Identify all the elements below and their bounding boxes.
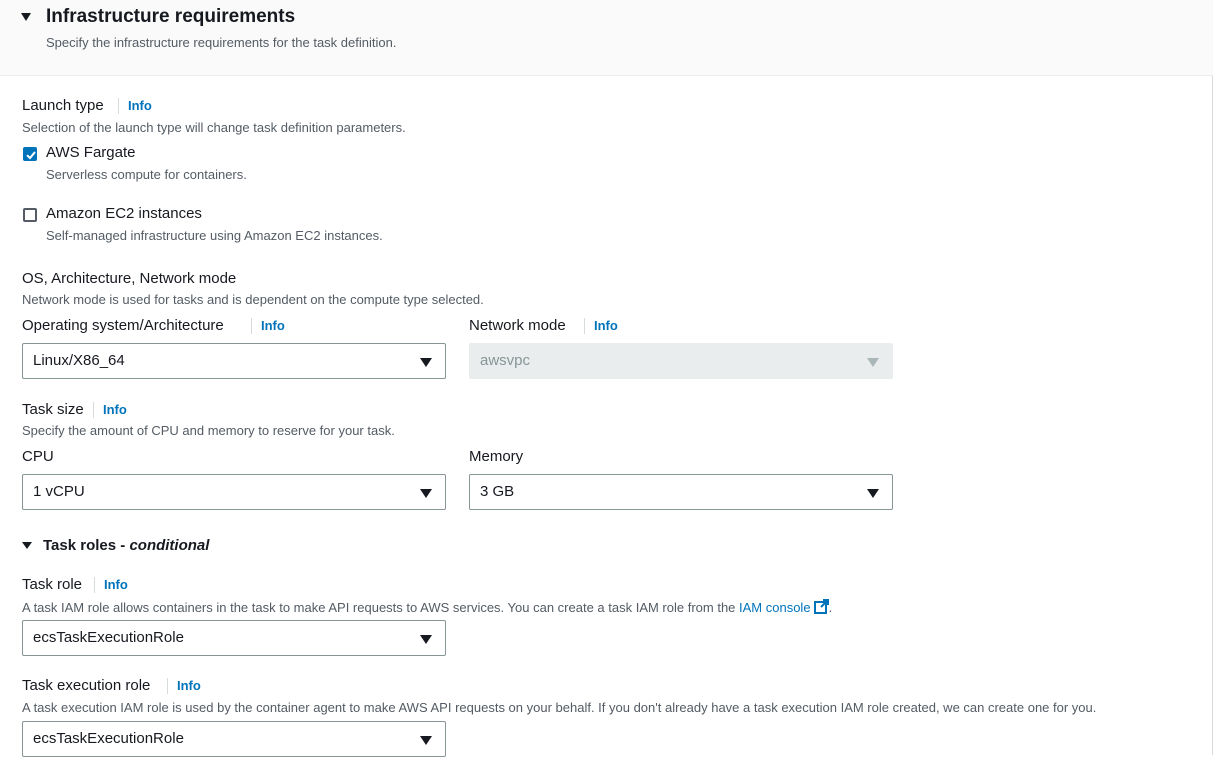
iam-console-link[interactable]: IAM console xyxy=(739,600,811,615)
cpu-select[interactable]: 1 vCPU xyxy=(22,474,446,510)
cpu-value: 1 vCPU xyxy=(33,483,85,500)
task-size-info-link[interactable]: Info xyxy=(103,402,127,417)
task-role-description-text: A task IAM role allows containers in the… xyxy=(22,600,740,615)
divider xyxy=(584,318,585,334)
os-arch-select[interactable]: Linux/X86_64 xyxy=(22,343,446,379)
divider xyxy=(118,98,119,114)
divider xyxy=(251,318,252,334)
checkmark-icon xyxy=(26,151,36,160)
task-roles-title-emphasis: conditional xyxy=(129,537,210,554)
execution-role-info-link[interactable]: Info xyxy=(177,678,201,693)
task-role-label: Task role xyxy=(22,576,83,593)
section-header[interactable]: Infrastructure requirements Specify the … xyxy=(0,0,1213,76)
launch-type-label: Launch type xyxy=(22,97,104,114)
section-title: Infrastructure requirements xyxy=(46,6,296,27)
execution-role-label: Task execution role xyxy=(22,677,151,694)
task-size-description: Specify the amount of CPU and memory to … xyxy=(22,423,395,438)
aws-fargate-description: Serverless compute for containers. xyxy=(46,167,247,182)
amazon-ec2-label[interactable]: Amazon EC2 instances xyxy=(46,205,202,222)
os-arch-info-link[interactable]: Info xyxy=(261,318,285,333)
memory-select[interactable]: 3 GB xyxy=(469,474,893,510)
collapse-caret-icon[interactable] xyxy=(21,13,31,21)
task-role-info-link[interactable]: Info xyxy=(104,577,128,592)
network-mode-label: Network mode xyxy=(469,317,566,334)
task-role-description: A task IAM role allows containers in the… xyxy=(22,599,832,615)
network-mode-value: awsvpc xyxy=(480,352,531,369)
dropdown-arrow-icon xyxy=(420,736,432,745)
task-roles-caret-icon[interactable] xyxy=(22,542,32,549)
dropdown-arrow-icon xyxy=(867,358,879,367)
aws-fargate-label[interactable]: AWS Fargate xyxy=(46,144,135,161)
task-roles-title[interactable]: Task roles - conditional xyxy=(43,537,209,554)
divider xyxy=(167,678,168,694)
launch-type-description: Selection of the launch type will change… xyxy=(22,120,406,135)
amazon-ec2-description: Self-managed infrastructure using Amazon… xyxy=(46,228,383,243)
external-link-icon[interactable] xyxy=(811,599,829,614)
cpu-label: CPU xyxy=(22,448,54,465)
memory-value: 3 GB xyxy=(480,483,515,500)
aws-fargate-checkbox[interactable] xyxy=(23,147,37,161)
divider xyxy=(93,402,94,418)
os-network-description: Network mode is used for tasks and is de… xyxy=(22,292,484,307)
os-arch-label: Operating system/Architecture xyxy=(22,317,224,334)
dropdown-arrow-icon xyxy=(420,489,432,498)
network-mode-select: awsvpc xyxy=(469,343,893,379)
task-roles-title-text: Task roles - xyxy=(43,537,130,554)
memory-label: Memory xyxy=(469,448,524,465)
os-arch-value: Linux/X86_64 xyxy=(33,352,125,369)
amazon-ec2-checkbox[interactable] xyxy=(23,208,37,222)
dropdown-arrow-icon xyxy=(420,358,432,367)
task-size-label: Task size xyxy=(22,401,84,418)
network-mode-info-link[interactable]: Info xyxy=(594,318,618,333)
execution-role-select[interactable]: ecsTaskExecutionRole xyxy=(22,721,446,757)
execution-role-value: ecsTaskExecutionRole xyxy=(33,730,184,747)
execution-role-description: A task execution IAM role is used by the… xyxy=(22,700,1097,715)
section-description: Specify the infrastructure requirements … xyxy=(46,35,397,50)
divider xyxy=(94,577,95,593)
os-network-label: OS, Architecture, Network mode xyxy=(22,270,237,287)
dropdown-arrow-icon xyxy=(420,635,432,644)
dropdown-arrow-icon xyxy=(867,489,879,498)
launch-type-info-link[interactable]: Info xyxy=(128,98,152,113)
task-role-select[interactable]: ecsTaskExecutionRole xyxy=(22,620,446,656)
task-role-value: ecsTaskExecutionRole xyxy=(33,629,184,646)
